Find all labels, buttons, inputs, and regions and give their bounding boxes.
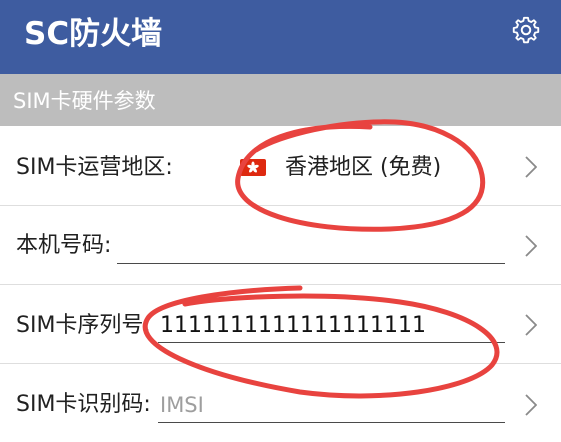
chevron-right-icon[interactable] [525, 235, 537, 257]
chevron-right-icon[interactable] [525, 314, 537, 336]
phone-number-label: 本机号码: [16, 233, 112, 258]
sim-serial-underline [158, 342, 505, 343]
sim-id-underline [158, 422, 505, 423]
sim-id-row[interactable]: SIM卡识别码: IMSI [0, 364, 561, 442]
sim-serial-row[interactable]: SIM卡序列号: 1111111111111111111 [0, 285, 561, 363]
region-row[interactable]: SIM卡运营地区: 香港地区 (免费) [0, 126, 561, 204]
sim-serial-input[interactable]: 1111111111111111111 [160, 312, 426, 340]
app-bar: SC防火墙 [0, 0, 561, 74]
app-title: SC防火墙 [24, 16, 163, 52]
hong-kong-flag-icon [240, 159, 266, 176]
phone-number-row[interactable]: 本机号码: [0, 206, 561, 284]
section-header: SIM卡硬件参数 [0, 74, 561, 126]
sim-id-label: SIM卡识别码: [16, 392, 151, 417]
region-value: 香港地区 (免费) [285, 155, 442, 180]
sim-id-input[interactable]: IMSI [160, 391, 204, 419]
chevron-right-icon[interactable] [525, 394, 537, 416]
sim-serial-label: SIM卡序列号: [16, 313, 151, 338]
region-label: SIM卡运营地区: [16, 155, 173, 180]
gear-icon[interactable] [511, 15, 541, 45]
section-title: SIM卡硬件参数 [13, 89, 156, 113]
bauhinia-icon [247, 161, 259, 173]
phone-number-underline [117, 263, 505, 264]
sim-settings-screen: SC防火墙 SIM卡硬件参数 SIM卡运营地区: 香港地区 (免费) 本机号码:… [0, 0, 561, 442]
chevron-right-icon[interactable] [525, 156, 537, 178]
